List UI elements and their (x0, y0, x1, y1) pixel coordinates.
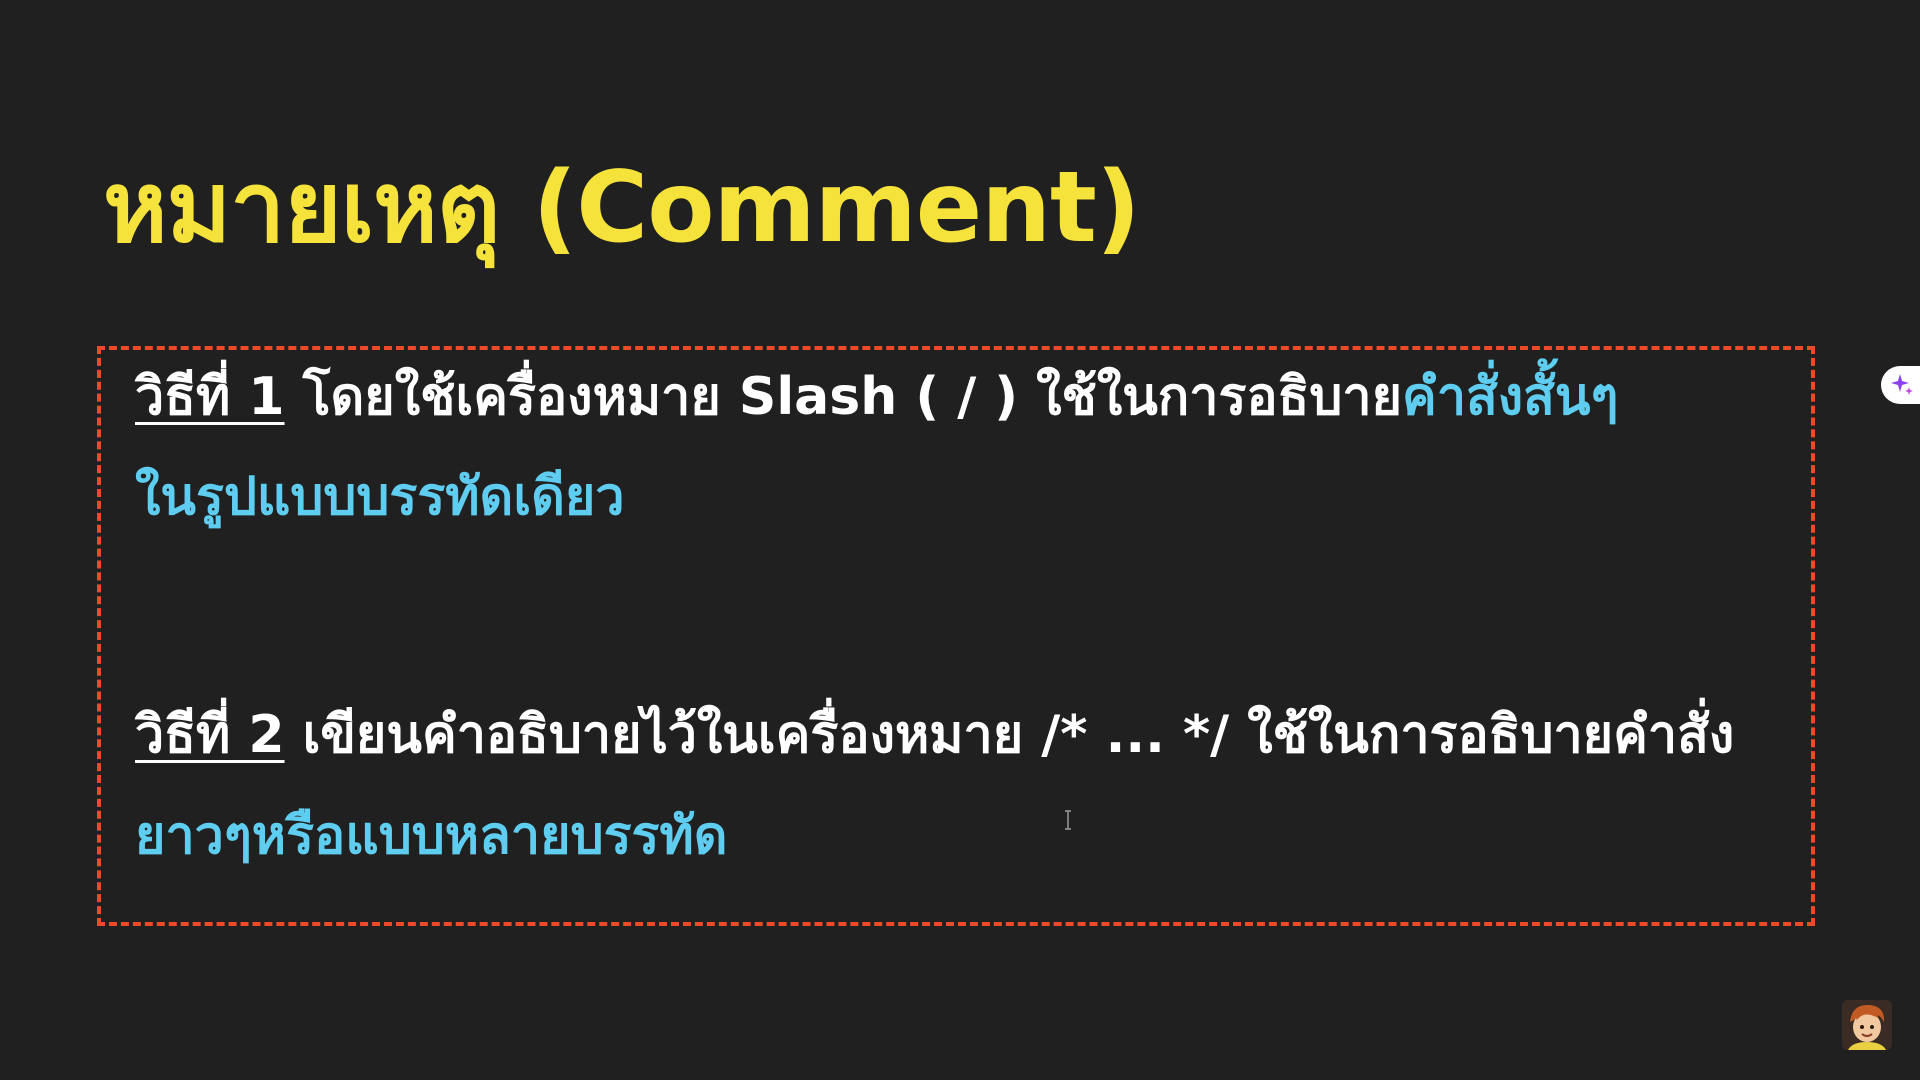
method2-text: เขียนคำอธิบายไว้ในเครื่องหมาย /* ... */ … (284, 705, 1735, 765)
method2-label: วิธีที่ 2 (135, 705, 285, 765)
method1-line1: วิธีที่ 1 โดยใช้เครื่องหมาย Slash ( / ) … (135, 367, 1619, 427)
method2-line1: วิธีที่ 2 เขียนคำอธิบายไว้ในเครื่องหมาย … (135, 705, 1735, 765)
slide: หมายเหตุ (Comment) วิธีที่ 1 โดยใช้เครื่… (0, 0, 1920, 1080)
side-panel-tab[interactable] (1881, 366, 1920, 404)
slide-title: หมายเหตุ (Comment) (103, 151, 1141, 265)
method1-text: โดยใช้เครื่องหมาย Slash ( / ) ใช้ในการอธ… (284, 367, 1403, 427)
method1-line2: ในรูปแบบบรรทัดเดียว (135, 467, 625, 527)
sparkle-icon (1891, 374, 1913, 395)
method2-line2: ยาวๆหรือแบบหลายบรรทัด (135, 806, 728, 866)
avatar-icon[interactable] (1842, 1000, 1892, 1050)
text-cursor-icon (1062, 810, 1074, 830)
method1-label: วิธีที่ 1 (135, 367, 285, 427)
method1-highlight: คำสั่งสั้นๆ (1402, 367, 1619, 427)
